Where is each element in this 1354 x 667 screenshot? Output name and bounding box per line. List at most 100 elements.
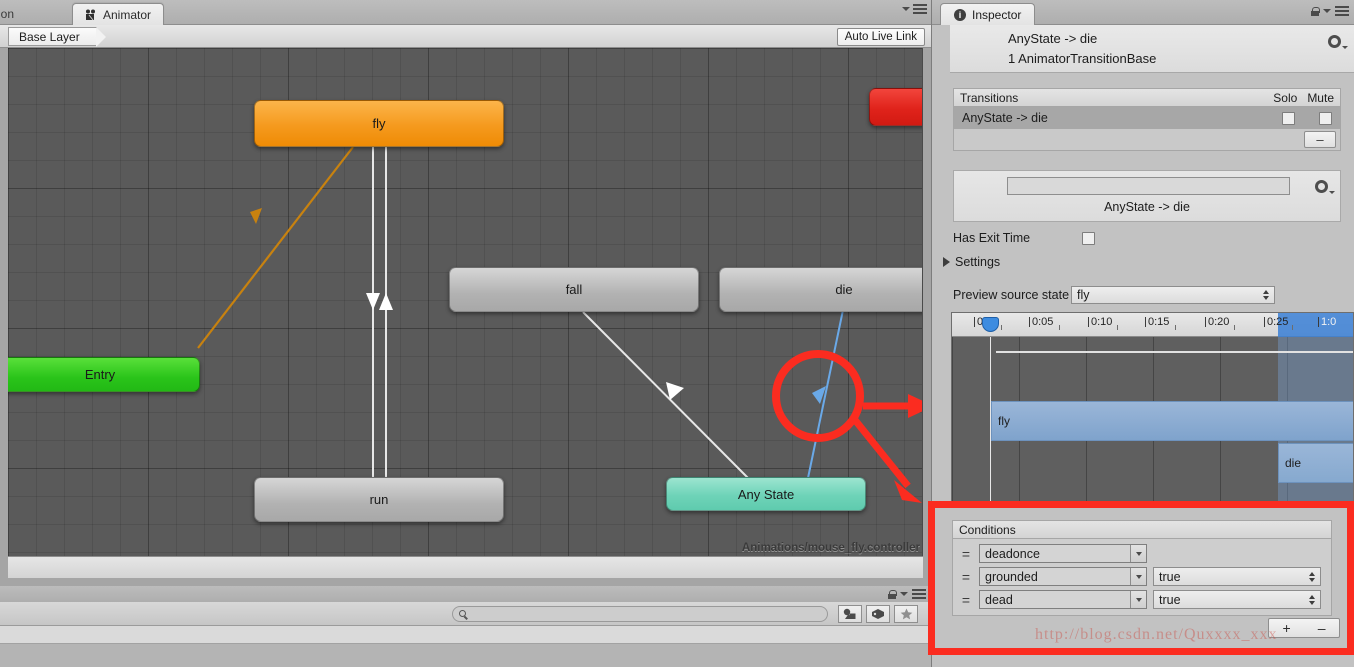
condition-parameter-value: dead — [985, 592, 1013, 607]
state-node-any-state-label: Any State — [737, 486, 795, 502]
timeline-clip-die[interactable]: die — [1278, 443, 1353, 483]
project-panel-footer — [0, 644, 931, 667]
tab-animator-label: Animator — [103, 7, 152, 22]
condition-value-dropdown[interactable]: true — [1153, 590, 1321, 609]
gear-icon[interactable] — [1328, 35, 1348, 49]
has-exit-time-label: Has Exit Time — [953, 231, 1031, 245]
screen: mation Animator — [0, 0, 1354, 667]
state-node-run-label: run — [369, 492, 389, 507]
menu-icon[interactable] — [912, 589, 926, 599]
project-panel-body — [0, 626, 931, 644]
search-input-wrapper[interactable] — [452, 606, 828, 622]
chevron-down-icon[interactable] — [1323, 9, 1331, 13]
updown-arrows-icon — [1309, 594, 1315, 605]
condition-operator: = — [961, 545, 971, 562]
state-node-fly-label: fly — [372, 116, 386, 131]
search-input[interactable] — [459, 608, 827, 620]
chevron-down-icon — [1130, 545, 1146, 562]
condition-parameter-value: deadonce — [985, 546, 1040, 561]
has-exit-time-row: Has Exit Time — [953, 231, 1096, 245]
menu-icon[interactable] — [1335, 6, 1349, 16]
lock-icon[interactable] — [888, 589, 897, 599]
animator-window-menu[interactable] — [902, 4, 927, 14]
preview-source-state-row: Preview source state fly — [953, 286, 1276, 304]
remove-transition-button[interactable]: – — [1304, 131, 1336, 148]
project-panel-controls[interactable] — [888, 589, 926, 599]
inspector-tabstrip: i Inspector — [932, 0, 1354, 25]
state-node-fall[interactable]: fall — [449, 267, 699, 312]
state-node-fall-label: fall — [565, 282, 583, 297]
layer-bar: Base Layer Auto Live Link — [0, 25, 931, 48]
condition-parameter-dropdown[interactable]: deadonce — [979, 544, 1147, 563]
settings-foldout[interactable]: Settings — [943, 255, 1000, 269]
condition-operator: = — [961, 568, 971, 585]
condition-value: true — [1159, 592, 1181, 607]
tick-label: 0:25 — [1267, 316, 1289, 328]
tab-animation-label: mation — [0, 7, 15, 21]
label-filter-icon[interactable] — [866, 605, 890, 623]
settings-label: Settings — [955, 255, 1001, 269]
preview-source-state-label: Preview source state — [953, 288, 1070, 302]
lock-icon[interactable] — [1311, 6, 1320, 16]
transitions-header: Transitions Solo Mute — [953, 88, 1341, 107]
playhead-handle[interactable] — [982, 317, 999, 332]
graph-footer — [8, 556, 923, 578]
timeline-ruler[interactable]: 0:00 0:05 0:10 0:15 0:20 0:25 1:0 — [952, 313, 1353, 337]
conditions-header-label: Conditions — [959, 522, 1016, 537]
tab-animation[interactable]: mation — [0, 3, 26, 25]
condition-parameter-dropdown[interactable]: dead — [979, 590, 1147, 609]
condition-row: = deadonce — [959, 544, 1325, 563]
state-node-die[interactable]: die — [719, 267, 922, 312]
tick-label: 1:0 — [1321, 316, 1337, 328]
breadcrumb-base-layer[interactable]: Base Layer — [8, 27, 106, 47]
tick-label: 0:10 — [1091, 316, 1113, 328]
timeline-clip-die-label: die — [1285, 456, 1302, 470]
tab-inspector-label: Inspector — [972, 7, 1022, 22]
state-node-fly[interactable]: fly — [254, 100, 504, 147]
preview-timeline[interactable]: 0:00 0:05 0:10 0:15 0:20 0:25 1:0 fly di… — [951, 312, 1354, 502]
transition-name-caption: AnyState -> die — [1104, 200, 1190, 214]
animator-tabstrip: mation Animator — [0, 0, 931, 25]
watermark: http://blog.csdn.net/Quxxxx_xxx — [1035, 626, 1278, 643]
preview-source-state-dropdown[interactable]: fly — [1071, 286, 1276, 304]
state-node-run[interactable]: run — [254, 477, 504, 522]
auto-live-link-button[interactable]: Auto Live Link — [836, 28, 925, 46]
tick-label: 0:20 — [1208, 316, 1230, 328]
transition-row-label: AnyState -> die — [962, 111, 1048, 125]
info-icon: i — [954, 8, 966, 21]
solo-checkbox[interactable] — [1282, 111, 1295, 125]
transition-name-input[interactable] — [1007, 177, 1290, 195]
animator-state-graph[interactable]: fly fall die Entry run Any State Animati… — [8, 48, 923, 556]
condition-parameter-dropdown[interactable]: grounded — [979, 567, 1147, 586]
gear-icon[interactable] — [1315, 180, 1335, 194]
inspector-header: AnyState -> die 1 AnimatorTransitionBase — [950, 25, 1354, 73]
favorite-icon[interactable] — [894, 605, 918, 623]
timeline-clip-fly-label: fly — [998, 414, 1010, 428]
state-node-any-state[interactable]: Any State — [666, 477, 866, 511]
transitions-header-label: Transitions — [960, 90, 1019, 105]
chevron-down-icon[interactable] — [900, 592, 908, 596]
asset-filter-icon[interactable] — [838, 605, 862, 623]
breadcrumb-label: Base Layer — [19, 29, 80, 44]
remove-condition-button[interactable]: – — [1318, 620, 1326, 636]
transitions-mute-label: Mute — [1307, 90, 1334, 105]
has-exit-time-checkbox[interactable] — [1082, 231, 1096, 245]
add-condition-button[interactable]: + — [1283, 620, 1291, 636]
mute-checkbox[interactable] — [1319, 111, 1332, 125]
transitions-section: Transitions Solo Mute AnyState -> die – — [953, 88, 1341, 151]
state-node-exit[interactable] — [869, 88, 922, 126]
chevron-down-icon — [1130, 591, 1146, 608]
tab-animator[interactable]: Animator — [72, 3, 165, 25]
state-node-entry[interactable]: Entry — [8, 357, 200, 392]
table-row[interactable]: AnyState -> die — [953, 107, 1341, 129]
tab-inspector[interactable]: i Inspector — [940, 3, 1036, 25]
transitions-solo-label: Solo — [1273, 90, 1298, 105]
timeline-curve — [996, 351, 1353, 353]
conditions-add-remove-buttons: + – — [1268, 618, 1340, 638]
animator-icon — [85, 9, 98, 21]
inspector-window-menu[interactable] — [1311, 6, 1349, 16]
timeline-clip-fly[interactable]: fly — [991, 401, 1353, 441]
updown-arrows-icon — [1263, 290, 1270, 300]
condition-value-dropdown[interactable]: true — [1153, 567, 1321, 586]
condition-operator: = — [961, 591, 971, 608]
